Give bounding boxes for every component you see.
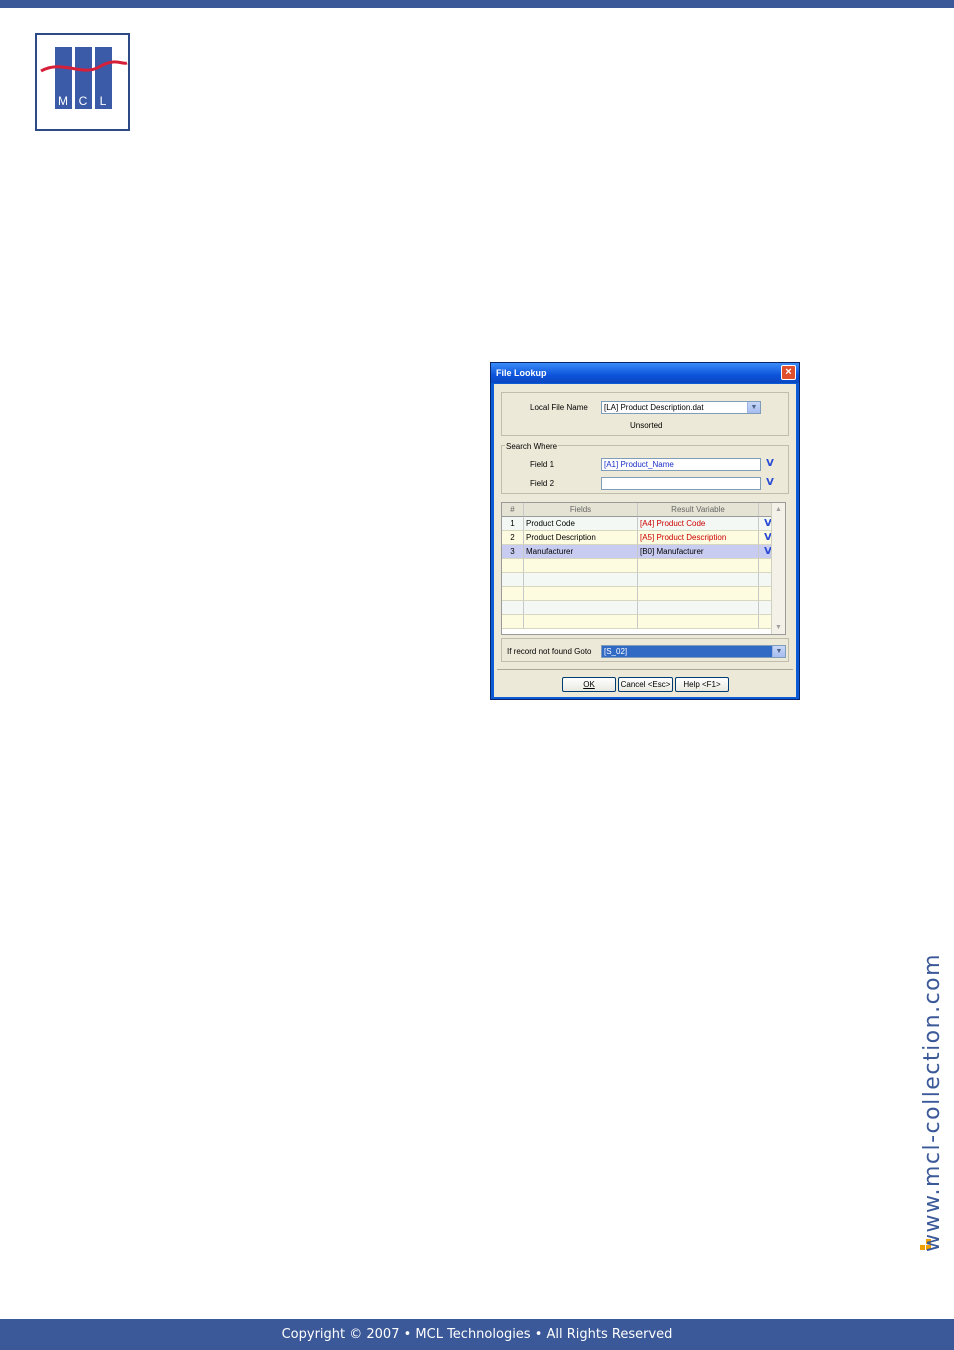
- row-field[interactable]: Product Description: [524, 531, 638, 545]
- dialog-title: File Lookup: [496, 368, 547, 378]
- dialog-body: Local File Name [LA] Product Description…: [494, 384, 796, 697]
- not-found-label: If record not found Goto: [507, 647, 592, 656]
- mcl-logo-graphic: M C L TECHNOLOGIES: [40, 47, 128, 121]
- top-bar: [0, 0, 954, 8]
- close-button[interactable]: ×: [781, 365, 796, 380]
- close-icon: ×: [785, 366, 792, 378]
- dialog-titlebar[interactable]: File Lookup ×: [491, 363, 799, 383]
- grid-scrollbar[interactable]: ▲ ▼: [771, 503, 785, 634]
- scroll-up-icon[interactable]: ▲: [773, 504, 784, 515]
- grid-header-fields: Fields: [524, 503, 638, 517]
- fields-grid: # Fields Result Variable 1 Product Code …: [501, 502, 786, 635]
- row-result[interactable]: [B0] Manufacturer: [638, 545, 759, 559]
- field1-label: Field 1: [530, 460, 555, 469]
- row-num: 1: [502, 517, 524, 531]
- logo-letter-l: L: [100, 94, 107, 108]
- table-row[interactable]: 3 Manufacturer [B0] Manufacturer V: [502, 545, 778, 559]
- table-row[interactable]: 1 Product Code [A4] Product Code V: [502, 517, 778, 531]
- local-file-select[interactable]: [LA] Product Description.dat ▼: [601, 401, 761, 414]
- mcl-logo: M C L TECHNOLOGIES: [35, 33, 130, 131]
- chevron-down-icon: ▼: [747, 402, 760, 413]
- logo-letter-c: C: [79, 94, 88, 108]
- empty-row[interactable]: [502, 601, 778, 615]
- row-num: 3: [502, 545, 524, 559]
- grid-header-result: Result Variable: [638, 503, 759, 517]
- field2-input[interactable]: [601, 477, 761, 490]
- not-found-select[interactable]: [S_02] ▼: [601, 645, 786, 658]
- row-field[interactable]: Manufacturer: [524, 545, 638, 559]
- empty-row[interactable]: [502, 615, 778, 629]
- file-lookup-dialog: File Lookup × Local File Name [LA] Produ…: [490, 362, 800, 700]
- field2-label: Field 2: [530, 479, 555, 488]
- logo-letter-m: M: [58, 94, 68, 108]
- row-field[interactable]: Product Code: [524, 517, 638, 531]
- logo-text: TECHNOLOGIES: [53, 112, 113, 121]
- grid-header-row: # Fields Result Variable: [502, 503, 778, 517]
- field1-input[interactable]: [A1] Product_Name: [601, 458, 761, 471]
- local-file-value: [LA] Product Description.dat: [604, 403, 704, 412]
- divider: [497, 669, 793, 670]
- not-found-value: [S_02]: [602, 646, 774, 657]
- cancel-button[interactable]: Cancel <Esc>: [618, 677, 673, 692]
- row-num: 2: [502, 531, 524, 545]
- local-file-panel: Local File Name [LA] Product Description…: [501, 392, 789, 436]
- scroll-down-icon[interactable]: ▼: [773, 622, 784, 633]
- search-where-panel: Search Where Field 1 [A1] Product_Name V…: [501, 442, 789, 494]
- field1-variable-button[interactable]: V: [764, 458, 776, 470]
- grid-header-num: #: [502, 503, 524, 517]
- empty-row[interactable]: [502, 559, 778, 573]
- help-button[interactable]: Help <F1>: [675, 677, 729, 692]
- footer-copyright: Copyright © 2007 • MCL Technologies • Al…: [0, 1319, 954, 1350]
- empty-row[interactable]: [502, 587, 778, 601]
- ok-label: OK: [583, 680, 595, 689]
- not-found-panel: If record not found Goto [S_02] ▼: [501, 638, 789, 662]
- ok-button[interactable]: OK: [562, 677, 616, 692]
- table-row[interactable]: 2 Product Description [A5] Product Descr…: [502, 531, 778, 545]
- row-result[interactable]: [A5] Product Description: [638, 531, 759, 545]
- search-where-label: Search Where: [505, 442, 559, 451]
- local-file-label: Local File Name: [530, 403, 588, 412]
- row-result[interactable]: [A4] Product Code: [638, 517, 759, 531]
- site-url[interactable]: www.mcl-collection.com: [920, 953, 945, 1252]
- sort-status: Unsorted: [630, 421, 663, 430]
- empty-row[interactable]: [502, 573, 778, 587]
- chevron-down-icon: ▼: [772, 646, 785, 657]
- field2-variable-button[interactable]: V: [764, 477, 776, 489]
